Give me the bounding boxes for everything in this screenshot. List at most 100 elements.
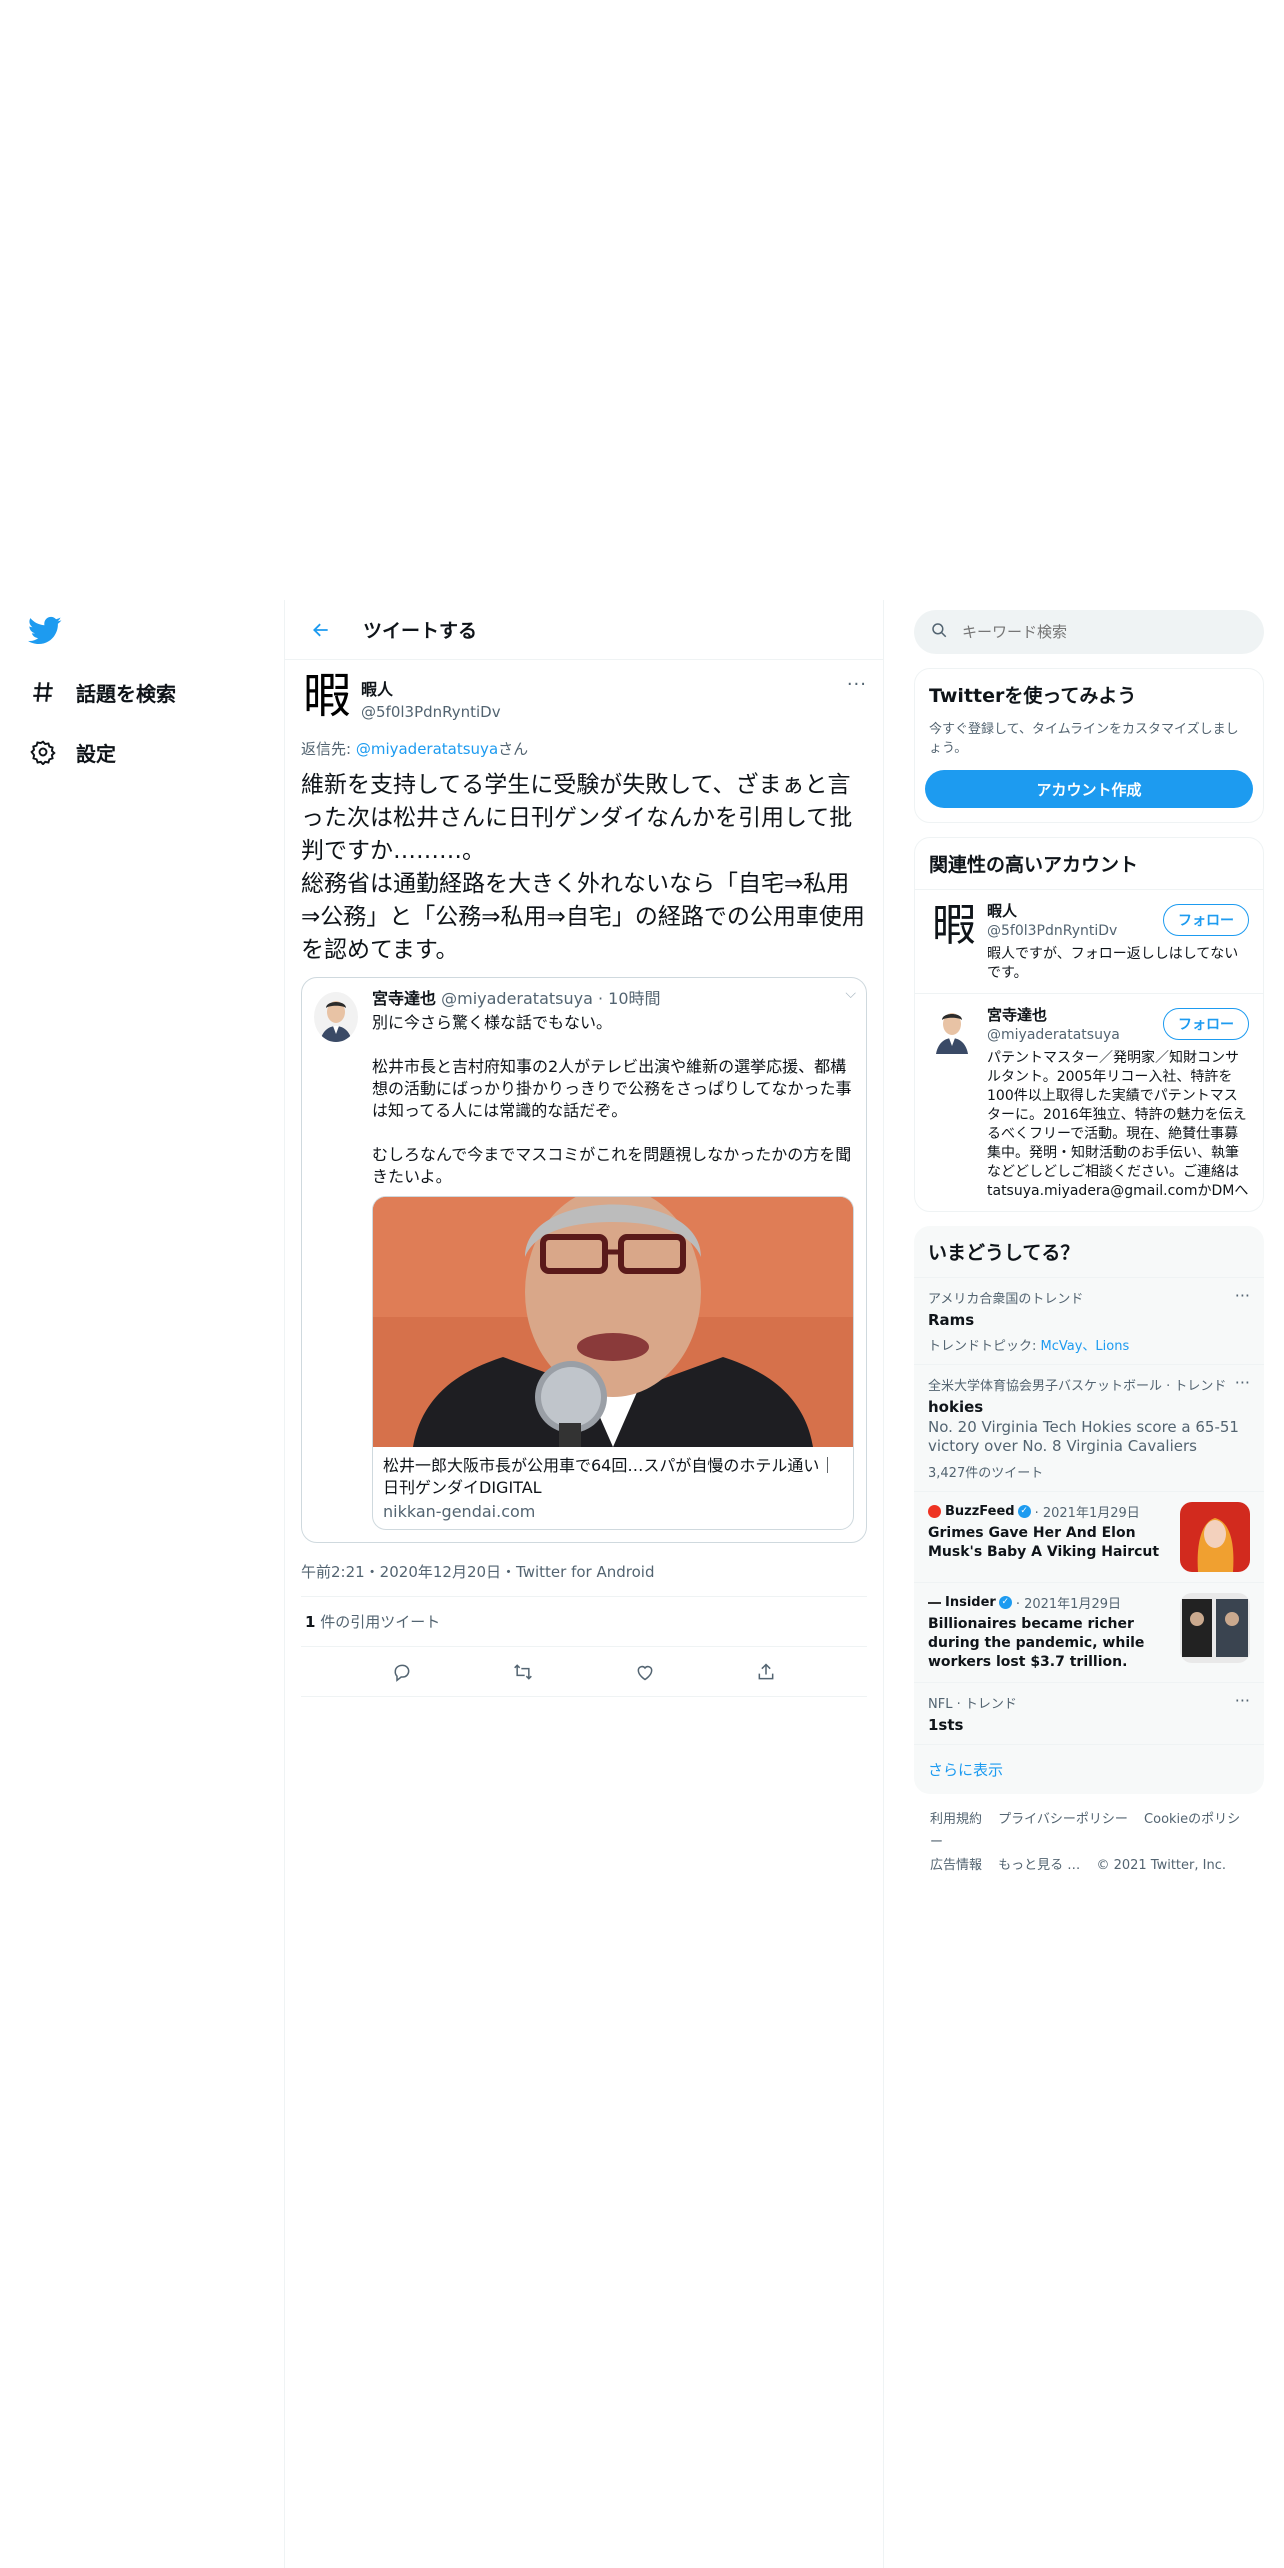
news-date: · 2021年1月29日 bbox=[1034, 1506, 1140, 1521]
footer-link-more[interactable]: もっと見る … bbox=[998, 1858, 1080, 1873]
signup-title: Twitterを使ってみよう bbox=[929, 685, 1137, 707]
footer-link-ads[interactable]: 広告情報 bbox=[930, 1858, 982, 1873]
trend-desc: No. 20 Virginia Tech Hokies score a 65-5… bbox=[928, 1418, 1239, 1455]
trend-context: NFL · トレンド bbox=[928, 1697, 1017, 1712]
nav-explore-label: 話題を検索 bbox=[76, 681, 176, 706]
account-item[interactable]: 暇 暇人 @5f0l3PdnRyntiDv 暇人ですが、フォロー返ししはしてない… bbox=[915, 889, 1263, 993]
trends-title: いまどうしてる？ bbox=[928, 1242, 1080, 1264]
card-title: 松井一郎大阪市長が公用車で64回…スパが自慢のホテル通い｜日刊ゲンダイDIGIT… bbox=[383, 1456, 836, 1497]
search-input[interactable] bbox=[962, 623, 1222, 641]
arrow-left-icon[interactable] bbox=[303, 612, 339, 648]
verified-icon: ✓ bbox=[998, 1596, 1012, 1609]
more-icon[interactable]: ··· bbox=[1235, 1373, 1250, 1392]
more-icon[interactable]: ··· bbox=[1235, 1286, 1250, 1305]
news-source: Insider ✓ · 2021年1月29日 bbox=[928, 1593, 1172, 1612]
avatar-char: 暇 bbox=[932, 900, 976, 951]
show-more-link[interactable]: さらに表示 bbox=[914, 1744, 1264, 1794]
buzzfeed-logo-icon bbox=[928, 1505, 941, 1518]
page-title: ツイートする bbox=[363, 620, 478, 642]
quoted-avatar[interactable] bbox=[314, 992, 358, 1042]
search-box[interactable] bbox=[914, 610, 1264, 654]
footer-link-privacy[interactable]: プライバシーポリシー bbox=[998, 1812, 1128, 1827]
news-headline: Grimes Gave Her And Elon Musk's Baby A V… bbox=[928, 1525, 1160, 1560]
quoted-tweet[interactable]: ⌵ 宮寺達也 @miyaderatatsuya · 10時間 別に今さら驚く様な… bbox=[301, 977, 867, 1543]
footer: 利用規約 プライバシーポリシー Cookieのポリシー 広告情報 もっと見る …… bbox=[914, 1794, 1264, 1891]
news-date: · 2021年1月29日 bbox=[1015, 1597, 1121, 1612]
author-handle[interactable]: @5f0l3PdnRyntiDv bbox=[361, 703, 501, 721]
more-icon[interactable]: ··· bbox=[847, 674, 867, 695]
reply-icon[interactable] bbox=[384, 1654, 420, 1690]
quote-count-number: 1 bbox=[305, 1613, 316, 1631]
card-domain: nikkan-gendai.com bbox=[383, 1502, 536, 1521]
tweet-timestamp[interactable]: 午前2:21・2020年12月20日・Twitter for Android bbox=[301, 1561, 867, 1597]
trend-sub-prefix: トレンドトピック: bbox=[928, 1339, 1041, 1354]
relevant-title: 関連性の高いアカウント bbox=[929, 854, 1139, 876]
signup-panel: Twitterを使ってみよう 今すぐ登録して、タイムラインをカスタマイズしましょ… bbox=[914, 668, 1264, 823]
news-item[interactable]: BuzzFeed ✓ · 2021年1月29日 Grimes Gave Her … bbox=[914, 1491, 1264, 1582]
nav-explore[interactable]: 話題を検索 bbox=[28, 672, 176, 712]
trend-context: 全米大学体育協会男子バスケットボール · トレンド bbox=[928, 1379, 1227, 1394]
reply-to: 返信先: @miyaderatatsuyaさん bbox=[301, 738, 867, 759]
account-item[interactable]: 宮寺達也 @miyaderatatsuya パテントマスター／発明家／知財コンサ… bbox=[915, 993, 1263, 1211]
trend-sub-links[interactable]: McVay、Lions bbox=[1041, 1339, 1130, 1354]
like-icon[interactable] bbox=[627, 1654, 663, 1690]
tweet-text: 維新を支持してる学生に受験が失敗して、ざまぁと言った次は松井さんに日刊ゲンダイな… bbox=[301, 772, 865, 963]
create-account-button[interactable]: アカウント作成 bbox=[925, 770, 1253, 808]
chevron-down-icon[interactable]: ⌵ bbox=[845, 986, 856, 1002]
hashtag-icon bbox=[28, 677, 58, 707]
quote-count-label: 件の引用ツイート bbox=[315, 1613, 441, 1631]
follow-button[interactable]: フォロー bbox=[1163, 1008, 1249, 1040]
share-icon[interactable] bbox=[748, 1654, 784, 1690]
account-bio: パテントマスター／発明家／知財コンサルタント。2005年リコー入社、特許を100… bbox=[987, 1050, 1249, 1199]
quote-tweet-count[interactable]: 1 件の引用ツイート bbox=[301, 1597, 867, 1647]
quoted-meta: 宮寺達也 @miyaderatatsuya · 10時間 bbox=[372, 988, 854, 1010]
news-thumbnail bbox=[1180, 1593, 1250, 1663]
footer-copyright: © 2021 Twitter, Inc. bbox=[1096, 1858, 1226, 1873]
twitter-bird-icon[interactable] bbox=[28, 616, 62, 646]
insider-logo-icon bbox=[928, 1601, 941, 1604]
right-sidebar: Twitterを使ってみよう 今すぐ登録して、タイムラインをカスタマイズしましょ… bbox=[914, 600, 1264, 1891]
trends-panel: いまどうしてる？ アメリカ合衆国のトレンド Rams トレンドトピック: McV… bbox=[914, 1226, 1264, 1794]
follow-button[interactable]: フォロー bbox=[1163, 904, 1249, 936]
trend-item[interactable]: 全米大学体育協会男子バスケットボール · トレンド hokies No. 20 … bbox=[914, 1364, 1264, 1491]
tweet-author: 暇 暇人 @5f0l3PdnRyntiDv ··· bbox=[301, 668, 867, 730]
news-source: BuzzFeed ✓ · 2021年1月29日 bbox=[928, 1502, 1172, 1521]
account-bio: 暇人ですが、フォロー返ししはしてないです。 bbox=[987, 946, 1239, 981]
search-icon bbox=[930, 621, 948, 643]
avatar[interactable]: 暇 bbox=[929, 900, 979, 983]
trend-sub: トレンドトピック: McVay、Lions bbox=[928, 1335, 1250, 1354]
author-name[interactable]: 暇人 bbox=[361, 676, 501, 700]
footer-link-terms[interactable]: 利用規約 bbox=[930, 1812, 982, 1827]
trend-name: 1sts bbox=[928, 1716, 964, 1734]
nav-settings-label: 設定 bbox=[76, 741, 116, 766]
reply-prefix: 返信先: bbox=[301, 740, 356, 758]
verified-icon: ✓ bbox=[1017, 1505, 1031, 1518]
trend-item[interactable]: アメリカ合衆国のトレンド Rams トレンドトピック: McVay、Lions … bbox=[914, 1277, 1264, 1364]
quoted-author-name[interactable]: 宮寺達也 bbox=[372, 989, 436, 1008]
link-card[interactable]: 松井一郎大阪市長が公用車で64回…スパが自慢のホテル通い｜日刊ゲンダイDIGIT… bbox=[372, 1196, 854, 1530]
page-header: ツイートする bbox=[285, 600, 883, 660]
news-source-name: BuzzFeed bbox=[945, 1504, 1015, 1519]
retweet-icon[interactable] bbox=[505, 1654, 541, 1690]
gear-icon bbox=[28, 737, 58, 767]
quoted-text: 別に今さら驚く様な話でもない。 松井市長と吉村府知事の2人がテレビ出演や維新の選… bbox=[372, 1013, 852, 1186]
relevant-accounts-panel: 関連性の高いアカウント 暇 暇人 @5f0l3PdnRyntiDv 暇人ですが、… bbox=[914, 837, 1264, 1212]
avatar[interactable]: 暇 bbox=[301, 668, 353, 724]
nav-settings[interactable]: 設定 bbox=[28, 732, 116, 772]
reply-to-handle-link[interactable]: @miyaderatatsuya bbox=[356, 740, 498, 758]
news-thumbnail bbox=[1180, 1502, 1250, 1572]
news-headline: Billionaires became richer during the pa… bbox=[928, 1616, 1145, 1670]
trend-context: アメリカ合衆国のトレンド bbox=[928, 1292, 1084, 1307]
news-item[interactable]: Insider ✓ · 2021年1月29日 Billionaires beca… bbox=[914, 1582, 1264, 1682]
trend-item[interactable]: NFL · トレンド 1sts ··· bbox=[914, 1682, 1264, 1744]
more-icon[interactable]: ··· bbox=[1235, 1691, 1250, 1710]
main-tweet: 暇 暇人 @5f0l3PdnRyntiDv ··· 返信先: @miyadera… bbox=[285, 660, 883, 1697]
quoted-author-handle[interactable]: @miyaderatatsuya bbox=[441, 989, 593, 1008]
trend-name: Rams bbox=[928, 1311, 975, 1329]
news-source-name: Insider bbox=[945, 1595, 996, 1610]
trend-count: 3,427件のツイート bbox=[928, 1466, 1044, 1481]
signup-desc: 今すぐ登録して、タイムラインをカスタマイズしましょう。 bbox=[929, 722, 1239, 756]
avatar[interactable] bbox=[929, 1004, 979, 1201]
trend-name: hokies bbox=[928, 1398, 984, 1416]
quoted-time: · 10時間 bbox=[592, 989, 661, 1008]
